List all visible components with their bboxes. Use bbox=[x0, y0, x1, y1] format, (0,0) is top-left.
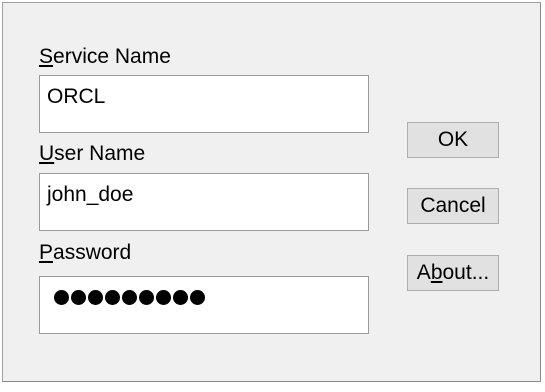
user-name-label: User Name bbox=[39, 142, 145, 166]
password-dot bbox=[190, 289, 205, 305]
user-name-field[interactable]: john_doe bbox=[39, 173, 369, 231]
password-dot bbox=[156, 289, 171, 305]
password-label: Password bbox=[39, 241, 131, 265]
password-label-text: assword bbox=[53, 241, 132, 264]
password-dot bbox=[173, 289, 188, 305]
user-name-mnemonic: U bbox=[39, 142, 55, 165]
about-button-prefix: A bbox=[416, 261, 431, 284]
password-dot bbox=[71, 289, 86, 305]
login-dialog: Service Name ORCL User Name john_doe Pas… bbox=[2, 2, 541, 382]
service-name-mnemonic: S bbox=[39, 45, 54, 68]
ok-button-label: OK bbox=[437, 128, 469, 151]
cancel-button[interactable]: Cancel bbox=[407, 188, 499, 224]
about-button-mnemonic: b bbox=[430, 261, 443, 284]
service-name-value: ORCL bbox=[47, 85, 106, 108]
password-dot bbox=[88, 289, 103, 305]
service-name-label-text: ervice Name bbox=[53, 45, 171, 68]
password-mask bbox=[54, 289, 205, 305]
user-name-label-text: ser Name bbox=[54, 142, 146, 165]
cancel-button-label: Cancel bbox=[420, 194, 486, 217]
password-mnemonic: P bbox=[39, 241, 54, 264]
password-dot bbox=[139, 289, 154, 305]
about-button-rest: out... bbox=[442, 261, 490, 284]
ok-button[interactable]: OK bbox=[407, 122, 499, 158]
password-dot bbox=[105, 289, 120, 305]
password-dot bbox=[54, 289, 69, 305]
password-dot bbox=[122, 289, 137, 305]
password-field[interactable] bbox=[39, 276, 369, 334]
service-name-field[interactable]: ORCL bbox=[39, 75, 369, 133]
service-name-label: Service Name bbox=[39, 45, 171, 69]
about-button[interactable]: About... bbox=[407, 255, 499, 291]
user-name-value: john_doe bbox=[47, 183, 134, 206]
